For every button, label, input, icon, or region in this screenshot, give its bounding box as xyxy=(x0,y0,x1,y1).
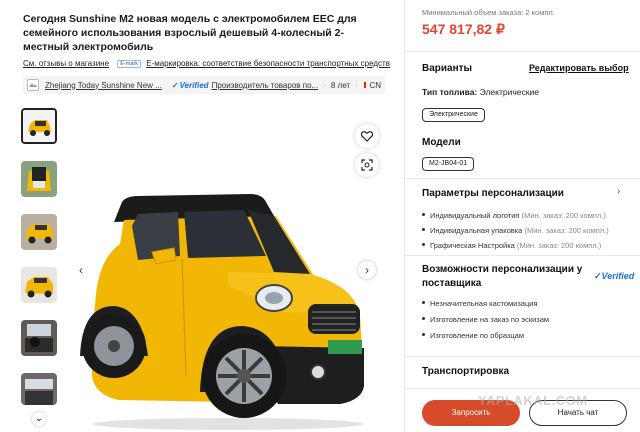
emark-badge: E-mark xyxy=(117,60,141,68)
image-next-button[interactable]: › xyxy=(358,261,376,279)
list-item: Изготовление по образцам xyxy=(422,328,637,344)
model-option[interactable]: M2-JB04-01 xyxy=(422,157,475,171)
customization-moq: (Мин. заказ: 200 компл.) xyxy=(516,241,602,250)
divider xyxy=(405,388,640,389)
customization-name: Индивидуальная упаковка xyxy=(430,226,523,235)
supplier-years: 8 лет xyxy=(330,80,351,90)
bullet xyxy=(422,333,425,336)
product-media-panel: Сегодня Sunshine M2 новая модель с элект… xyxy=(0,0,404,432)
supplier-name-link[interactable]: Zhejiang Today Sunshine New ... xyxy=(45,81,162,90)
store-reviews-link[interactable]: См. отзывы о магазине xyxy=(23,59,109,68)
bullet xyxy=(422,243,425,246)
meta-row: См. отзывы о магазине E-mark E-маркировк… xyxy=(23,59,393,68)
product-main-image xyxy=(80,194,364,430)
verified-check-icon: ✓ xyxy=(594,271,602,281)
list-item: Изготовление на заказ по эскизам xyxy=(422,312,637,328)
customization-moq: (Мин. заказ: 200 компл.) xyxy=(521,211,606,220)
supplier-verified-badge: ✓Verified xyxy=(172,81,209,90)
capability-text: Изготовление по образцам xyxy=(430,331,524,340)
image-prev-button[interactable]: ‹ xyxy=(72,261,90,279)
thumbnail[interactable] xyxy=(21,320,57,356)
verified-badge: ✓Verified xyxy=(594,271,634,282)
customization-list: Индивидуальный логотип (Мин. заказ: 200 … xyxy=(422,208,637,253)
thumbnail[interactable] xyxy=(21,373,57,405)
image-search-button[interactable] xyxy=(355,153,379,177)
capability-text: Изготовление на заказ по эскизам xyxy=(430,315,550,324)
bullet xyxy=(422,213,425,216)
divider xyxy=(405,356,640,357)
watermark: YAPLAKAL.COM xyxy=(478,393,588,408)
thumbnail[interactable] xyxy=(21,267,57,303)
thumbnails-scroll-down-button[interactable]: ⌄ xyxy=(32,412,46,426)
list-item: Индивидуальная упаковка (Мин. заказ: 200… xyxy=(422,223,637,238)
transport-heading: Транспортировка xyxy=(422,366,510,377)
verified-label: Verified xyxy=(179,80,209,90)
customization-heading[interactable]: Параметры персонализации xyxy=(422,188,564,199)
divider xyxy=(405,178,640,179)
favorite-button[interactable] xyxy=(355,124,379,148)
chevron-down-icon: ⌄ xyxy=(34,413,44,424)
verified-check-icon: ✓ xyxy=(171,80,179,90)
chevron-right-icon: › xyxy=(365,263,369,277)
bullet xyxy=(422,228,425,231)
product-title: Сегодня Sunshine M2 новая модель с элект… xyxy=(23,13,357,53)
fuel-type-row: Тип топлива: Электрические xyxy=(422,87,539,97)
customization-moq: (Мин. заказ: 200 компл.) xyxy=(524,226,609,235)
divider xyxy=(405,51,640,52)
supplier-row[interactable]: Zhejiang Today Sunshine New ... ✓Verifie… xyxy=(23,76,385,94)
china-flag-icon xyxy=(363,82,367,88)
bullet xyxy=(422,301,425,304)
fuel-type-label: Тип топлива: xyxy=(422,87,478,97)
bullet xyxy=(422,317,425,320)
capabilities-list: Незначительная кастомизация Изготовление… xyxy=(422,296,637,344)
thumbnail[interactable] xyxy=(21,108,57,144)
list-item: Незначительная кастомизация xyxy=(422,296,637,312)
emark-link[interactable]: E-маркировка: соответствие безопасности … xyxy=(146,59,390,68)
heart-icon xyxy=(361,130,373,142)
verified-label: Verified xyxy=(601,271,635,281)
customization-name: Графическая Настройка xyxy=(430,241,515,250)
separator-dot: · xyxy=(323,80,326,90)
purchase-panel: Минимальный объем заказа: 2 компл. 547 8… xyxy=(405,0,640,432)
supplier-products-link[interactable]: Производитель товаров по... xyxy=(212,81,319,90)
supplier-country: CN xyxy=(369,80,381,90)
chevron-right-icon[interactable]: › xyxy=(617,186,620,197)
list-item: Графическая Настройка (Мин. заказ: 200 к… xyxy=(422,238,637,253)
customization-name: Индивидуальный логотип xyxy=(430,211,520,220)
models-heading: Модели xyxy=(422,137,461,148)
fuel-type-option[interactable]: Электрические xyxy=(422,108,485,122)
price: 547 817,82 ₽ xyxy=(422,21,505,37)
edit-selection-link[interactable]: Редактировать выбор xyxy=(529,63,629,73)
capability-text: Незначительная кастомизация xyxy=(430,299,538,308)
supplier-capabilities-heading: Возможности персонализации у поставщика xyxy=(422,264,583,289)
fuel-type-value: Электрические xyxy=(479,87,539,97)
chevron-left-icon: ‹ xyxy=(79,263,83,277)
thumbnail[interactable] xyxy=(21,214,57,250)
scan-icon xyxy=(361,159,373,171)
supplier-logo-icon xyxy=(27,79,39,91)
divider xyxy=(405,255,640,256)
thumbnail[interactable] xyxy=(21,161,57,197)
separator-dot: · xyxy=(355,80,358,90)
variants-heading: Варианты xyxy=(422,63,473,74)
thumbnail-list xyxy=(21,108,61,422)
list-item: Индивидуальный логотип (Мин. заказ: 200 … xyxy=(422,208,637,223)
min-order-text: Минимальный объем заказа: 2 компл. xyxy=(422,8,555,17)
